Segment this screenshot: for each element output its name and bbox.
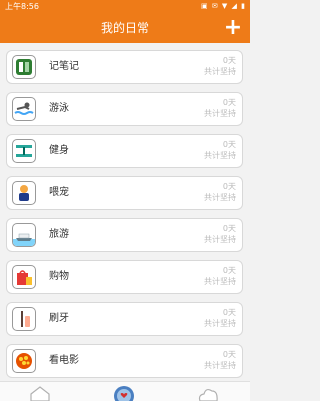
cruise-ship-icon (12, 223, 36, 247)
item-name: 游泳 (49, 103, 69, 114)
shopping-icon (12, 265, 36, 289)
home-tab-icon[interactable] (27, 384, 53, 401)
item-days: 0天 (222, 266, 236, 275)
item-subtitle: 共计坚持 (204, 361, 236, 370)
status-bar: 上午8:56 ▣ ✉ ▼ ◢ ▮ (0, 0, 250, 13)
item-subtitle: 共计坚持 (204, 109, 236, 118)
pet-icon (12, 181, 36, 205)
list-item[interactable]: 看电影 0天 共计坚持 (6, 344, 243, 378)
notebook-icon (12, 55, 36, 79)
item-days: 0天 (222, 224, 236, 233)
status-time: 上午8:56 (5, 2, 39, 11)
item-days: 0天 (222, 350, 236, 359)
item-subtitle: 共计坚持 (204, 151, 236, 160)
heart-tab-icon[interactable] (111, 384, 137, 401)
bottom-tab-bar (0, 381, 250, 401)
item-name: 看电影 (49, 355, 79, 366)
item-subtitle: 共计坚持 (204, 277, 236, 286)
item-name: 健身 (49, 145, 69, 156)
list-item[interactable]: 健身 0天 共计坚持 (6, 134, 243, 168)
add-button[interactable]: + (221, 15, 245, 41)
item-name: 喂宠 (49, 187, 69, 198)
list-item[interactable]: 购物 0天 共计坚持 (6, 260, 243, 294)
page-title: 我的日常 (100, 21, 149, 35)
dumbbell-icon (12, 139, 36, 163)
toothbrush-icon (12, 307, 36, 331)
item-name: 记笔记 (49, 61, 79, 72)
item-name: 刷牙 (49, 313, 69, 324)
list-item[interactable]: 旅游 0天 共计坚持 (6, 218, 243, 252)
app-header: 我的日常 + (0, 13, 250, 43)
item-days: 0天 (222, 98, 236, 107)
item-days: 0天 (222, 140, 236, 149)
item-subtitle: 共计坚持 (204, 193, 236, 202)
popcorn-icon (12, 349, 36, 373)
item-subtitle: 共计坚持 (204, 67, 236, 76)
swim-icon (12, 97, 36, 121)
item-subtitle: 共计坚持 (204, 319, 236, 328)
cloud-tab-icon[interactable] (195, 384, 221, 401)
item-days: 0天 (222, 308, 236, 317)
item-days: 0天 (222, 56, 236, 65)
status-icons: ▣ ✉ ▼ ◢ ▮ (201, 2, 246, 10)
list-item[interactable]: 游泳 0天 共计坚持 (6, 92, 243, 126)
item-days: 0天 (222, 182, 236, 191)
list-item[interactable]: 刷牙 0天 共计坚持 (6, 302, 243, 336)
list-item[interactable]: 记笔记 0天 共计坚持 (6, 50, 243, 84)
list-item[interactable]: 喂宠 0天 共计坚持 (6, 176, 243, 210)
item-name: 旅游 (49, 229, 69, 240)
item-subtitle: 共计坚持 (204, 235, 236, 244)
item-name: 购物 (49, 271, 69, 282)
